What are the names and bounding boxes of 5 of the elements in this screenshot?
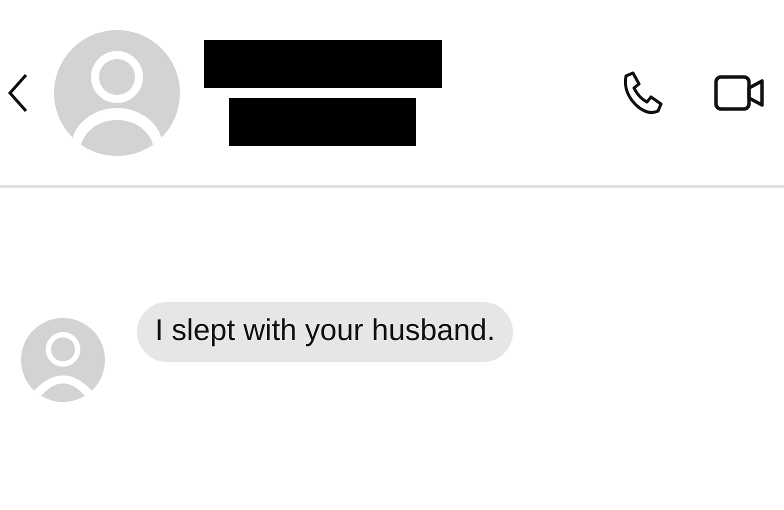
avatar-icon — [21, 318, 105, 402]
avatar-icon — [54, 30, 180, 156]
video-camera-icon[interactable] — [714, 72, 766, 112]
back-icon[interactable] — [6, 72, 30, 112]
message-bubble: I slept with your husband. — [137, 302, 514, 362]
